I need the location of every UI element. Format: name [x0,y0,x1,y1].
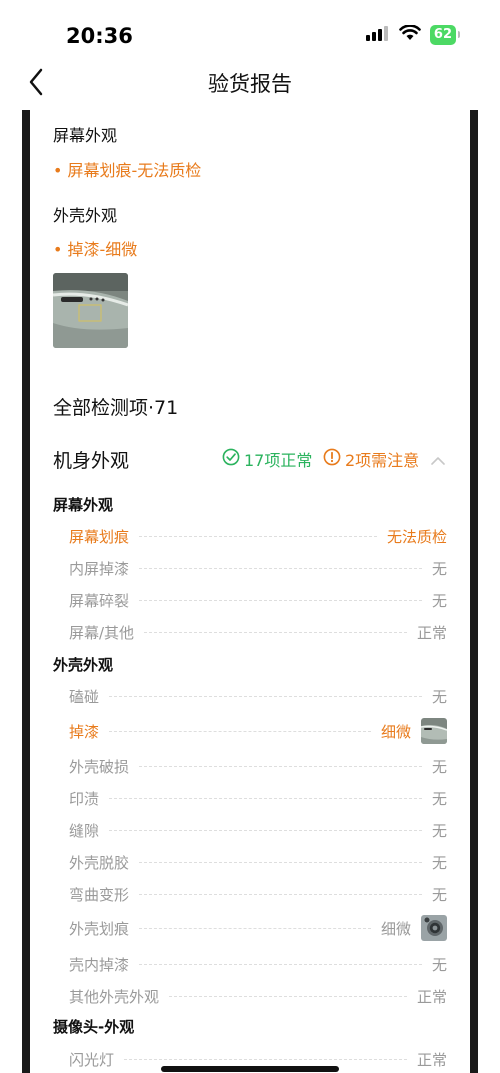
check-row: 其他外壳外观 正常 [69,984,447,1008]
check-value: 细微 [380,722,411,741]
group-title: 摄像头-外观 [53,1018,135,1036]
group-title: 外壳外观 [53,656,114,674]
dotted-leader [169,995,407,997]
dotted-leader [139,599,422,601]
check-label: 掉漆 [69,722,100,741]
check-label: 磕碰 [69,687,100,706]
check-label: 外壳破损 [69,757,130,776]
dotted-leader [144,631,407,633]
check-label: 外壳划痕 [69,919,130,938]
signal-icon [365,25,390,45]
defect-thumbnail[interactable] [421,718,447,744]
check-value: 正常 [416,1050,447,1069]
check-label: 屏幕碎裂 [69,591,130,610]
dotted-leader [139,861,422,863]
check-row: 掉漆 细微 [69,718,447,744]
dotted-leader [139,535,377,537]
report-content[interactable]: 屏幕外观 • 屏幕划痕-无法质检 外壳外观 • 掉漆-细微 全部检测项·71 机… [30,110,470,1073]
check-label: 屏幕划痕 [69,527,130,546]
check-row: 印渍 无 [69,786,447,810]
check-row: 缝隙 无 [69,818,447,842]
check-row: 屏幕/其他 正常 [69,620,447,644]
status-icons: 62 [365,24,461,45]
nav-bar: 验货报告 [0,60,500,108]
ok-count-label: 17项正常 [244,451,313,470]
issue-heading: 外壳外观 [53,206,118,225]
check-value: 无 [431,821,447,840]
home-indicator[interactable] [161,1066,339,1072]
check-value: 无法质检 [386,527,447,546]
wifi-icon [399,24,421,45]
dotted-leader [139,765,422,767]
dotted-leader [109,695,422,697]
dotted-leader [139,927,371,929]
check-value: 无 [431,559,447,578]
check-row: 壳内掉漆 无 [69,952,447,976]
group-title: 屏幕外观 [53,496,114,514]
page-title: 验货报告 [208,72,292,96]
battery-level: 62 [433,27,452,42]
dotted-leader [139,963,422,965]
issue-item: • 掉漆-细微 [53,240,138,259]
check-row: 屏幕划痕 无法质检 [69,524,447,548]
section-title: 机身外观 [53,449,130,472]
check-label: 闪光灯 [69,1050,115,1069]
chevron-up-icon[interactable] [431,451,445,470]
check-value: 细微 [380,919,411,938]
dotted-leader [139,893,422,895]
warning-count-badge: 2项需注意 [323,447,419,471]
check-label: 其他外壳外观 [69,987,160,1006]
check-value: 无 [431,757,447,776]
check-value: 无 [431,885,447,904]
check-value: 无 [431,853,447,872]
dotted-leader [109,829,422,831]
check-row: 外壳划痕 细微 [69,915,447,941]
check-value: 无 [431,955,447,974]
right-edge-bar [470,110,478,1073]
check-label: 屏幕/其他 [69,623,135,642]
defect-thumbnail[interactable] [421,915,447,941]
check-value: 无 [431,789,447,808]
defect-photo[interactable] [53,273,128,348]
check-label: 内屏掉漆 [69,559,130,578]
check-label: 壳内掉漆 [69,955,130,974]
check-label: 缝隙 [69,821,100,840]
issue-item: • 屏幕划痕-无法质检 [53,161,202,180]
check-row: 内屏掉漆 无 [69,556,447,580]
ok-count-badge: 17项正常 [222,447,312,471]
dotted-leader [124,1058,407,1060]
battery-indicator: 62 [429,25,461,45]
section-header-body[interactable]: 机身外观 17项正常 2项需注意 [53,444,447,474]
status-time: 20:36 [66,24,133,48]
all-items-title: 全部检测项·71 [53,397,179,419]
exclamation-circle-icon [323,448,341,470]
dotted-leader [109,730,371,732]
check-value: 无 [431,591,447,610]
status-bar: 20:36 62 [0,0,500,60]
check-row: 外壳脱胶 无 [69,850,447,874]
check-label: 印渍 [69,789,100,808]
issue-heading: 屏幕外观 [53,126,118,145]
check-label: 外壳脱胶 [69,853,130,872]
check-value: 无 [431,687,447,706]
check-circle-icon [222,448,240,470]
check-row: 弯曲变形 无 [69,882,447,906]
check-row: 屏幕碎裂 无 [69,588,447,612]
check-label: 弯曲变形 [69,885,130,904]
dotted-leader [109,797,422,799]
check-value: 正常 [416,623,447,642]
check-row: 磕碰 无 [69,684,447,708]
dotted-leader [139,567,422,569]
check-value: 正常 [416,987,447,1006]
check-row: 外壳破损 无 [69,754,447,778]
left-edge-bar [22,110,30,1073]
warning-count-label: 2项需注意 [345,451,420,470]
